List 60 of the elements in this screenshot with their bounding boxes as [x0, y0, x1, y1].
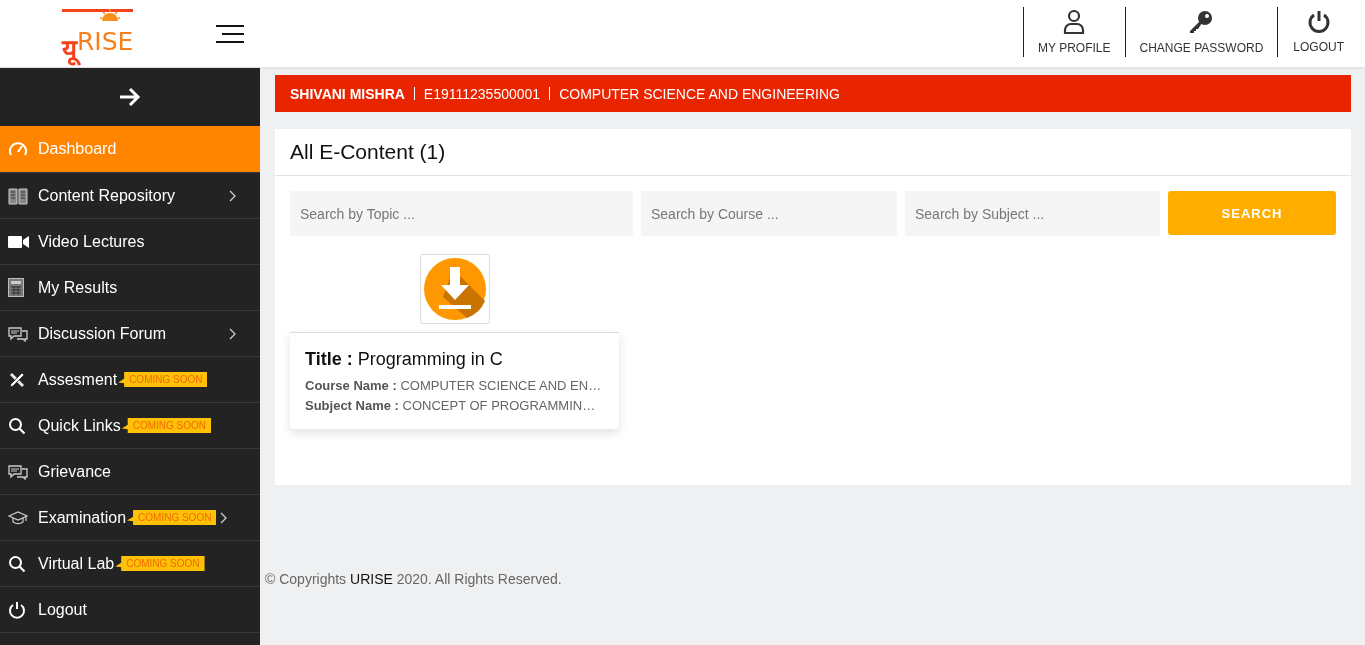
- sun-icon: [99, 9, 121, 21]
- content-title: Title : Programming in C: [305, 349, 504, 370]
- top-action-button[interactable]: MY PROFILE: [1023, 7, 1125, 57]
- sidebar-menu-item[interactable]: Quick Links COMING SOON: [0, 403, 260, 449]
- chat-icon: [8, 325, 28, 342]
- coming-soon-badge: COMING SOON: [118, 372, 208, 387]
- menu-icon[interactable]: [216, 24, 244, 43]
- menu-label: Assesment: [38, 370, 118, 389]
- download-thumbnail[interactable]: [419, 254, 490, 324]
- sidebar-menu-item[interactable]: Video Lectures: [0, 219, 260, 265]
- search-icon: [8, 416, 26, 435]
- calculator-icon: [8, 278, 24, 297]
- sidebar-menu-item[interactable]: Content Repository: [0, 173, 260, 219]
- graduation-cap-icon: [8, 510, 28, 525]
- subject-name: Subject Name : CONCEPT OF PROGRAMMIN…: [305, 398, 597, 413]
- student-name: SHIVANI MISHRA: [290, 85, 405, 102]
- arrow-right-icon[interactable]: [119, 87, 141, 107]
- sidebar-menu-item[interactable]: Logout: [0, 587, 260, 633]
- gauge-icon: [8, 141, 28, 157]
- user-icon: [1063, 9, 1086, 35]
- menu-label: Examination: [38, 508, 127, 527]
- sidebar-menu-item[interactable]: Examination COMING SOON: [0, 495, 260, 541]
- content-card[interactable]: Title : Programming in C Course Name : COMPUTER SCIENCE AND EN… Subject Name : CONCEPT OF PROGRAMMIN…: [290, 332, 619, 429]
- course-name: Course Name : COMPUTER SCIENCE AND EN…: [305, 378, 603, 393]
- sidebar-menu-item[interactable]: Assesment COMING SOON: [0, 357, 260, 403]
- enrollment-number: E19111235500001: [423, 85, 541, 102]
- sidebar-menu-item[interactable]: Grievance: [0, 449, 260, 495]
- sidebar-menu-item[interactable]: Virtual Lab COMING SOON: [0, 541, 260, 587]
- download-icon: [422, 257, 487, 321]
- menu-label: Content Repository: [38, 186, 175, 205]
- sidebar-menu-item[interactable]: My Results: [0, 265, 260, 311]
- menu-label: My Results: [38, 278, 118, 297]
- video-camera-icon: [8, 234, 30, 249]
- top-action-button[interactable]: CHANGE PASSWORD: [1124, 7, 1278, 57]
- urise-link[interactable]: URISE: [350, 571, 393, 587]
- coming-soon-badge: COMING SOON: [127, 510, 217, 525]
- search-field[interactable]: Search by Topic ...: [290, 191, 633, 236]
- coming-soon-badge: COMING SOON: [115, 556, 205, 571]
- key-icon: [1188, 9, 1215, 35]
- search-field[interactable]: Search by Subject ...: [905, 191, 1160, 236]
- menu-label: Logout: [38, 600, 87, 619]
- sidebar-menu-item[interactable]: Discussion Forum: [0, 311, 260, 357]
- top-action-button[interactable]: LOGOUT: [1277, 7, 1365, 57]
- chat-icon: [8, 463, 28, 480]
- book-icon: [8, 186, 28, 205]
- branch-name: COMPUTER SCIENCE AND ENGINEERING: [559, 85, 840, 102]
- menu-label: Dashboard: [38, 140, 117, 158]
- power-icon: [1306, 10, 1331, 34]
- search-field[interactable]: Search by Course ...: [641, 191, 897, 236]
- copyright-text: © Copyrights URISE 2020. All Rights Reserved.: [265, 571, 563, 587]
- panel-title: All E-Content (1): [275, 129, 1351, 176]
- search-icon: [8, 554, 26, 573]
- coming-soon-badge: COMING SOON: [121, 418, 212, 433]
- menu-label: Video Lectures: [38, 232, 145, 251]
- menu-label: Grievance: [38, 462, 111, 481]
- menu-label: Quick Links: [38, 416, 121, 435]
- ruler-pencil-icon: [8, 370, 26, 389]
- menu-label: Virtual Lab: [38, 554, 115, 573]
- menu-label: Discussion Forum: [38, 324, 167, 343]
- power-icon: [8, 600, 26, 619]
